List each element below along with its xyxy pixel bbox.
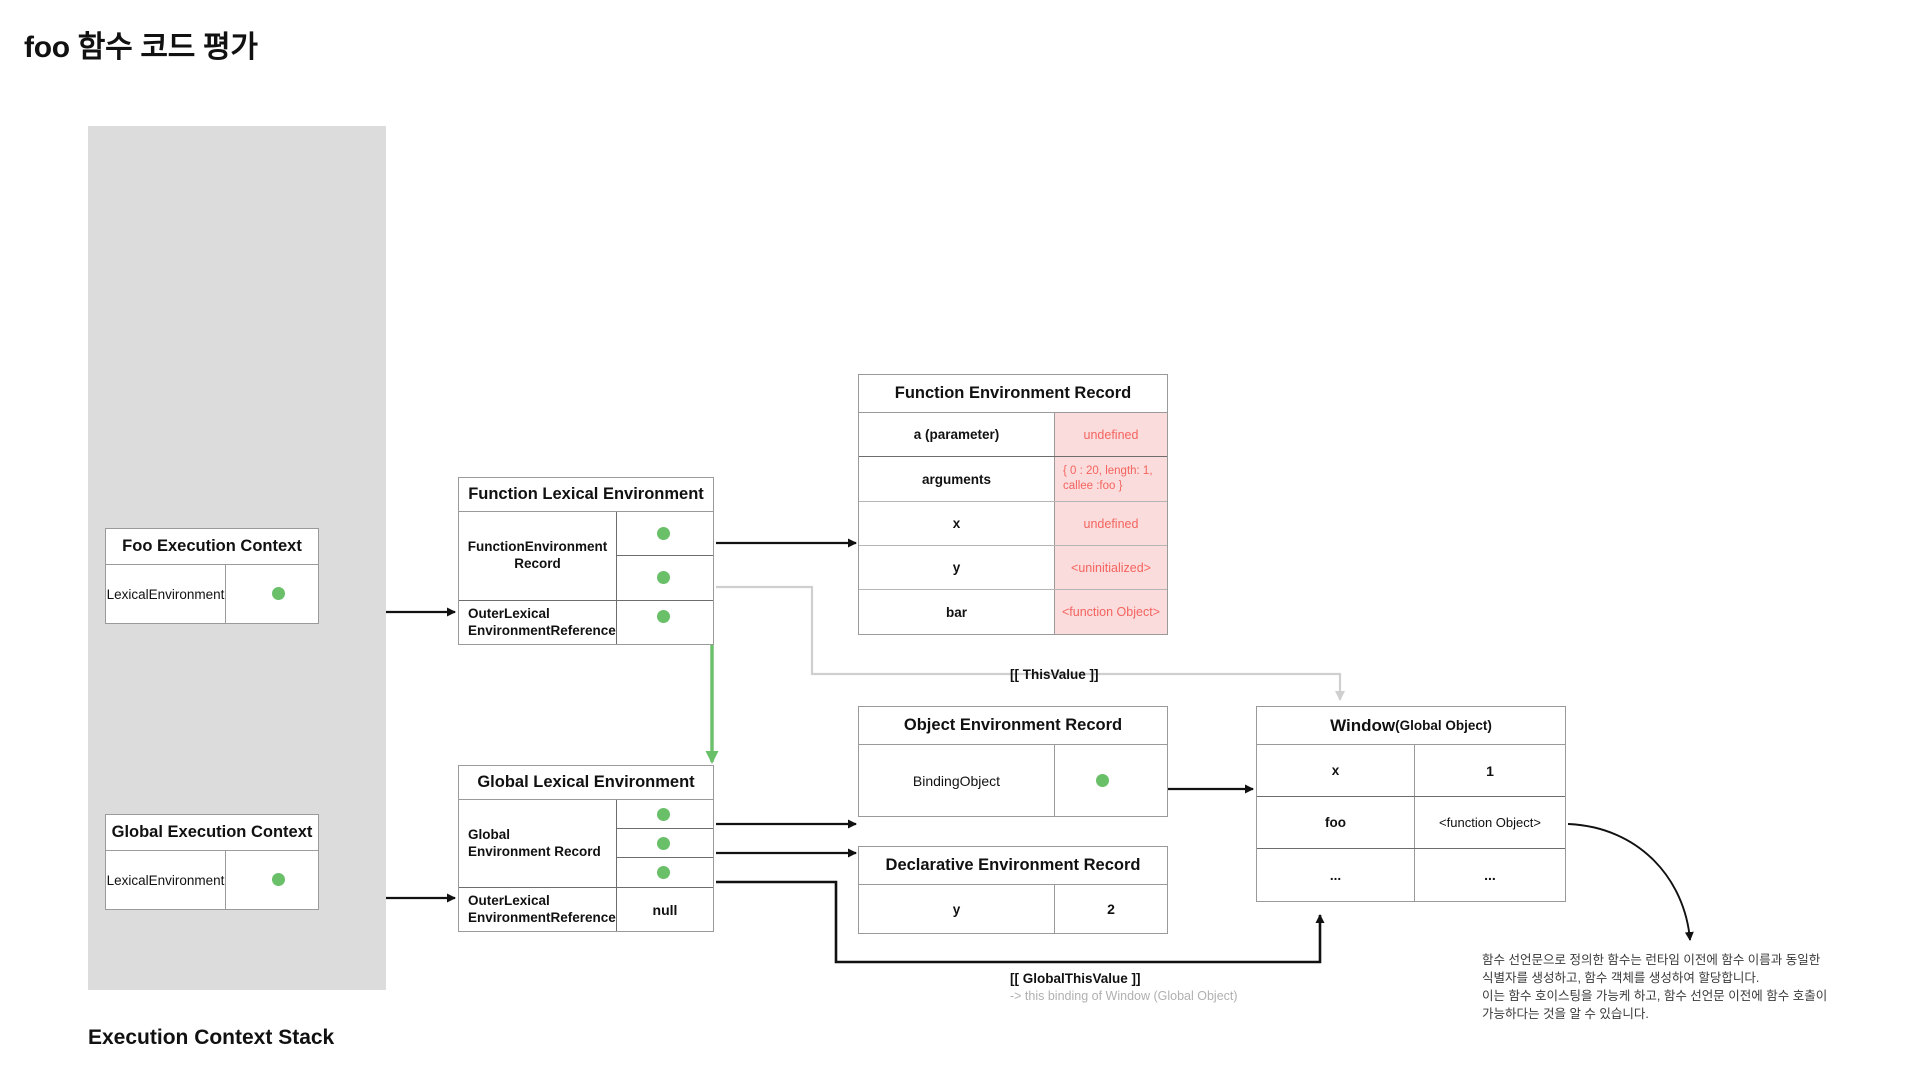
window-title: Window (Global Object) — [1257, 707, 1565, 745]
table-row[interactable]: bar <function Object> — [859, 590, 1167, 634]
execution-context-stack-caption: Execution Context Stack — [88, 1026, 335, 1049]
table-row[interactable]: y 2 — [859, 885, 1167, 933]
record-value: 1 — [1486, 762, 1494, 779]
this-value-edge-label: [[ ThisValue ]] — [1010, 667, 1099, 682]
record-value: ... — [1484, 867, 1496, 883]
record-value: 2 — [1107, 901, 1115, 917]
global-this-value-edge-label: [[ GlobalThisValue ]] — [1010, 971, 1141, 986]
foo-ec-lexical-environment-label: LexicalEnvironment — [106, 565, 226, 623]
pointer-dot-icon — [657, 837, 670, 850]
table-row[interactable]: ... ... — [1257, 849, 1565, 901]
table-row[interactable]: foo <function Object> — [1257, 797, 1565, 849]
table-row[interactable]: y <uninitialized> — [859, 546, 1167, 590]
function-le-pointer-row-1[interactable] — [617, 512, 713, 556]
global-ec-lexical-environment-label: LexicalEnvironment — [106, 851, 226, 909]
table-row[interactable]: x undefined — [859, 502, 1167, 546]
global-environment-record-label: Global Environment Record — [459, 800, 617, 887]
window-title-main: Window — [1330, 715, 1396, 735]
record-key: foo — [1257, 797, 1415, 848]
function-le-outer-reference-label: OuterLexical EnvironmentReference — [459, 601, 617, 644]
record-value: <function Object> — [1055, 590, 1167, 634]
record-value: <uninitialized> — [1055, 546, 1167, 589]
function-le-pointer-row-2[interactable] — [617, 556, 713, 599]
hoisting-note-line-4: 가능하다는 것을 알 수 있습니다. — [1482, 1007, 1649, 1022]
global-le-pointer-row-3[interactable] — [617, 858, 713, 887]
pointer-dot-icon — [272, 873, 285, 886]
global-le-outer-reference-value: null — [652, 901, 678, 918]
hoisting-note: 함수 선언문으로 정의한 함수는 런타임 이전에 함수 이름과 동일한 식별자를… — [1482, 951, 1862, 1024]
pointer-dot-icon — [657, 610, 670, 623]
record-key: ... — [1257, 849, 1415, 901]
foo-execution-context-box[interactable]: Foo Execution Context LexicalEnvironment — [105, 528, 319, 624]
diagram-canvas: foo 함수 코드 평가 Foo Execution Context Lexic… — [0, 0, 1920, 1080]
global-le-pointer-column[interactable] — [617, 800, 713, 887]
table-row[interactable]: a (parameter) undefined — [859, 413, 1167, 457]
function-le-pointer-column[interactable] — [617, 512, 713, 600]
global-ec-pointer-cell[interactable] — [226, 851, 318, 909]
table-row[interactable]: x 1 — [1257, 745, 1565, 797]
record-key: x — [1257, 745, 1415, 796]
function-environment-record-label: FunctionEnvironment Record — [459, 512, 617, 600]
record-key: y — [859, 546, 1055, 589]
window-title-suffix: (Global Object) — [1395, 718, 1492, 733]
record-value: <function Object> — [1439, 815, 1541, 830]
table-row[interactable]: BindingObject — [859, 745, 1167, 816]
window-global-object-table[interactable]: Window (Global Object) x 1 foo <function … — [1256, 706, 1566, 902]
function-le-outer-reference-value[interactable] — [617, 601, 713, 644]
pointer-dot-icon — [1096, 774, 1109, 787]
function-environment-record-title: Function Environment Record — [859, 375, 1167, 413]
declarative-environment-record-table[interactable]: Declarative Environment Record y 2 — [858, 846, 1168, 934]
record-key: x — [859, 502, 1055, 545]
global-le-pointer-row-1[interactable] — [617, 800, 713, 829]
global-lexical-environment-title: Global Lexical Environment — [459, 766, 713, 800]
binding-object-pointer-cell[interactable] — [1055, 745, 1167, 816]
record-value: { 0 : 20, length: 1, callee :foo } — [1055, 457, 1167, 501]
record-key: arguments — [859, 457, 1055, 501]
hoisting-note-line-2: 식별자를 생성하고, 함수 객체를 생성하여 할당합니다. — [1482, 971, 1760, 986]
record-value: undefined — [1055, 502, 1167, 545]
object-environment-record-title: Object Environment Record — [859, 707, 1167, 745]
global-execution-context-title: Global Execution Context — [106, 815, 318, 851]
record-key: y — [859, 885, 1055, 933]
global-execution-context-box[interactable]: Global Execution Context LexicalEnvironm… — [105, 814, 319, 910]
pointer-dot-icon — [657, 571, 670, 584]
pointer-dot-icon — [657, 866, 670, 879]
foo-execution-context-title: Foo Execution Context — [106, 529, 318, 565]
record-value: undefined — [1055, 413, 1167, 456]
function-environment-record-table[interactable]: Function Environment Record a (parameter… — [858, 374, 1168, 635]
hoisting-note-line-1: 함수 선언문으로 정의한 함수는 런타임 이전에 함수 이름과 동일한 — [1482, 953, 1821, 967]
pointer-dot-icon — [657, 808, 670, 821]
record-key: BindingObject — [859, 745, 1055, 816]
hoisting-note-line-3: 이는 함수 호이스팅을 가능케 하고, 함수 선언문 이전에 함수 호출이 — [1482, 989, 1828, 1004]
declarative-environment-record-title: Declarative Environment Record — [859, 847, 1167, 885]
object-environment-record-table[interactable]: Object Environment Record BindingObject — [858, 706, 1168, 817]
pointer-dot-icon — [657, 527, 670, 540]
record-key: a (parameter) — [859, 413, 1055, 456]
global-lexical-environment-box[interactable]: Global Lexical Environment Global Enviro… — [458, 765, 714, 932]
pointer-dot-icon — [272, 587, 285, 600]
global-this-value-edge-sublabel: -> this binding of Window (Global Object… — [1010, 989, 1238, 1003]
table-row[interactable]: arguments { 0 : 20, length: 1, callee :f… — [859, 457, 1167, 502]
page-title: foo 함수 코드 평가 — [24, 31, 258, 64]
global-le-outer-reference-label: OuterLexical EnvironmentReference — [459, 888, 617, 931]
foo-ec-pointer-cell[interactable] — [226, 565, 318, 623]
function-lexical-environment-box[interactable]: Function Lexical Environment FunctionEnv… — [458, 477, 714, 645]
global-le-pointer-row-2[interactable] — [617, 829, 713, 858]
function-lexical-environment-title: Function Lexical Environment — [459, 478, 713, 512]
record-key: bar — [859, 590, 1055, 634]
